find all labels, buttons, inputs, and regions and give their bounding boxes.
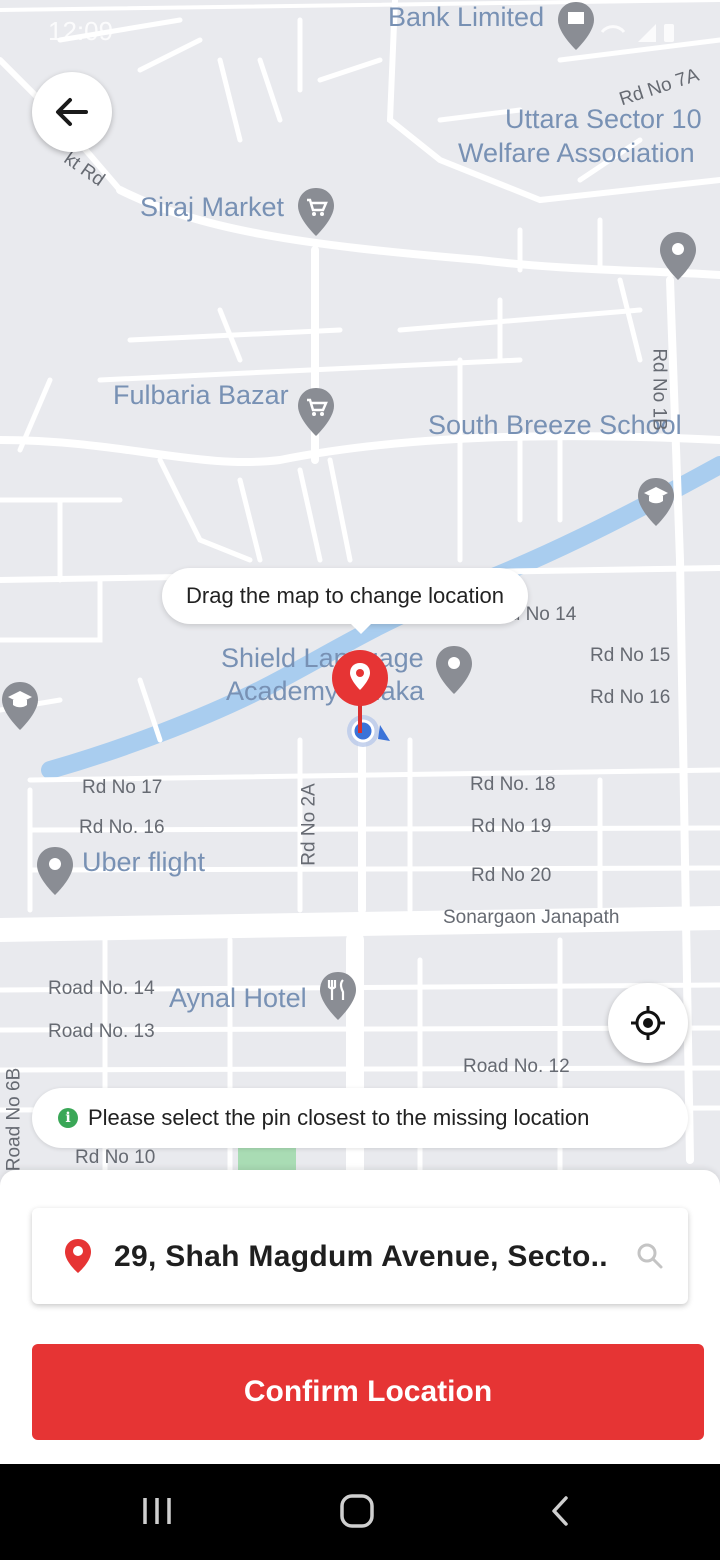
road-label: Road No. 12 [463,1056,570,1077]
pin-hint-banner: i Please select the pin closest to the m… [32,1088,688,1148]
road-label: Rd No 16 [590,687,671,708]
place-pin-icon[interactable] [35,845,75,897]
bottom-sheet: 29, Shah Magdum Avenue, Secto.. Confirm … [0,1170,720,1464]
place-label: Uber flight [82,847,206,877]
status-bar: 12:09 [0,0,720,60]
info-icon: i [58,1108,78,1128]
place-label: Uttara Sector 10 [505,104,702,134]
road-label: Rd No 15 [590,645,671,666]
road-label: Rd No 19 [471,816,552,837]
place-label: Shield Language [221,643,424,673]
road-label: Rd No 1B [648,348,670,431]
school-pin-icon[interactable] [636,476,676,528]
system-navigation-bar [0,1464,720,1560]
place-label: Academy Dhaka [226,676,425,706]
my-location-icon [631,1006,665,1040]
search-icon[interactable] [636,1242,664,1270]
road-label: Rd No. 18 [470,774,556,795]
road-label: Road No 6B [3,1067,25,1172]
status-icons [600,24,674,42]
back-button[interactable] [32,72,112,152]
road-label: Rd No 2A [298,783,320,866]
status-time: 12:09 [48,16,114,46]
location-pin-icon [65,1239,91,1273]
tooltip-text: Drag the map to change location [186,583,504,608]
place-label: Aynal Hotel [169,983,307,1013]
recent-apps-icon[interactable] [140,1494,174,1528]
shopping-cart-pin-icon[interactable] [296,386,336,438]
place-label: Welfare Association [458,138,695,168]
road-label: Rd No. 16 [79,817,165,838]
map-view[interactable]: Bank Limited Uttara Sector 10 Welfare As… [0,0,720,1175]
back-arrow-icon [56,98,88,126]
road-label: Road No. 14 [48,978,155,999]
address-field[interactable]: 29, Shah Magdum Avenue, Secto.. [32,1208,688,1304]
road-label: Rd No 20 [471,865,552,886]
shopping-cart-pin-icon[interactable] [296,186,336,238]
place-label: South Breeze School [428,410,682,440]
place-label: Siraj Market [140,192,285,222]
selected-location-pin-icon[interactable] [330,648,390,738]
confirm-location-button[interactable]: Confirm Location [32,1344,704,1440]
road-label: Rd No 17 [82,777,163,798]
school-pin-icon[interactable] [0,680,40,732]
address-text: 29, Shah Magdum Avenue, Secto.. [114,1240,608,1273]
drag-map-tooltip: Drag the map to change location [162,568,528,634]
hint-text: Please select the pin closest to the mis… [88,1105,590,1130]
restaurant-pin-icon[interactable] [318,970,358,1022]
place-pin-icon[interactable] [434,644,474,696]
back-nav-icon[interactable] [544,1494,578,1528]
place-pin-icon[interactable] [658,230,698,282]
road-label: Sonargaon Janapath [443,907,620,928]
my-location-button[interactable] [608,983,688,1063]
road-label: Road No. 13 [48,1021,155,1042]
place-label: Fulbaria Bazar [113,380,289,410]
road-label: Rd No 10 [75,1147,156,1168]
home-icon[interactable] [338,1492,376,1530]
